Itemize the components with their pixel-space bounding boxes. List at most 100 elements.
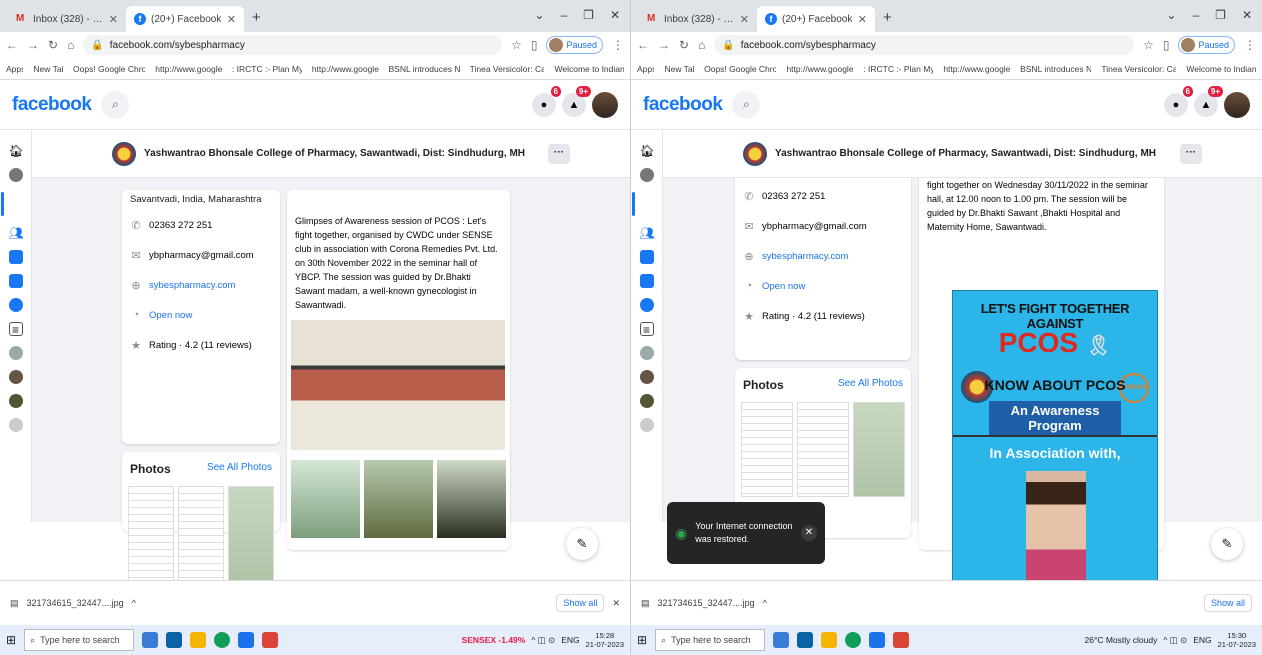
download-item[interactable]: 321734615_32447....jpg (27, 598, 124, 608)
close-window-icon[interactable]: ✕ (1242, 8, 1252, 22)
app-icon[interactable] (797, 632, 814, 648)
clock[interactable]: 15:30 21-07-2023 (1218, 631, 1256, 649)
avatar[interactable] (8, 168, 23, 182)
app-icon[interactable] (142, 632, 159, 648)
messenger-icon[interactable]: ● 6 (1164, 85, 1193, 117)
bookmark-6[interactable]: BSNL introduces N... (389, 64, 460, 74)
close-icon[interactable]: ✕ (801, 525, 817, 541)
windows-icon[interactable]: ⊞ (6, 633, 16, 647)
back-icon[interactable]: ← (637, 38, 649, 52)
close-window-icon[interactable]: ✕ (610, 8, 620, 22)
home-icon[interactable]: ⌂ (698, 38, 705, 52)
show-all-button[interactable]: Show all (1203, 594, 1252, 612)
app-icon[interactable] (166, 632, 183, 648)
app-icon[interactable] (893, 632, 910, 648)
minimize-icon[interactable]: – (1192, 8, 1199, 22)
profile-button[interactable]: Paused (546, 36, 603, 54)
bookmark-4[interactable]: : IRCTC :- Plan My... (232, 64, 302, 74)
app-icon[interactable] (869, 632, 886, 648)
bookmark-1[interactable]: New Tab (33, 64, 63, 74)
group-photo[interactable] (291, 320, 505, 450)
open-now-link[interactable]: Open now (149, 310, 192, 321)
more-icon[interactable] (639, 418, 654, 432)
tray-icons[interactable]: ^ ◫ ⊙ (1163, 635, 1187, 646)
photo-thumb[interactable] (178, 486, 224, 581)
avatar[interactable] (8, 346, 23, 360)
open-now-link[interactable]: Open now (762, 281, 805, 292)
friends-icon[interactable]: 👥︎ (640, 226, 655, 240)
restore-icon[interactable]: ❐ (1215, 8, 1226, 22)
photo-thumb[interactable] (853, 402, 905, 497)
app-icon[interactable] (262, 632, 279, 648)
bookmark-0[interactable]: Apps (6, 64, 23, 74)
windows-icon[interactable]: ⊞ (637, 633, 647, 647)
show-all-button[interactable]: Show all (556, 594, 605, 612)
bookmark-5[interactable]: http://www.google... (312, 64, 379, 74)
avatar[interactable] (1224, 91, 1250, 118)
messenger-icon[interactable]: ● 6 (532, 85, 561, 117)
more-icon[interactable] (8, 418, 23, 432)
compose-icon[interactable]: ✎ (566, 528, 598, 560)
sidepanel-icon[interactable]: ▯ (1163, 38, 1170, 52)
close-icon[interactable]: ✕ (612, 598, 620, 609)
see-all-photos-link[interactable]: See All Photos (838, 378, 903, 392)
avatar[interactable] (639, 346, 654, 360)
tab-gmail[interactable]: MInbox (328) - academicybpharma✕ (8, 6, 126, 32)
facebook-logo[interactable]: facebook (643, 94, 723, 116)
menu-icon[interactable]: ⋮ (612, 38, 624, 52)
url-field[interactable]: 🔒 facebook.com/sybespharmacy (714, 35, 1135, 55)
chevron-down-icon[interactable]: ⌄ (1166, 8, 1176, 22)
photo-thumb[interactable] (228, 486, 274, 581)
avatar[interactable] (592, 91, 618, 118)
close-icon[interactable]: ✕ (227, 13, 236, 26)
bookmark-1[interactable]: New Tab (664, 64, 694, 74)
bookmark-5[interactable]: http://www.google... (943, 64, 1010, 74)
menu-icon[interactable]: ⋮ (1244, 38, 1256, 52)
speaker-photo[interactable] (291, 460, 360, 538)
chrome-icon[interactable] (214, 632, 231, 648)
bookmark-7[interactable]: Tinea Versicolor: Ca... (1101, 64, 1176, 74)
bookmark-2[interactable]: Oops! Google Chro... (73, 64, 145, 74)
menu-icon[interactable]: ≡ (8, 322, 23, 337)
download-item[interactable]: 321734615_32447....jpg (658, 598, 755, 608)
bookmark-2[interactable]: Oops! Google Chro... (704, 64, 776, 74)
app-icon[interactable] (238, 632, 255, 648)
star-icon[interactable]: ☆ (1143, 38, 1154, 52)
forward-icon[interactable]: → (27, 38, 39, 52)
home-icon[interactable]: 🏠︎ (640, 144, 655, 158)
star-icon[interactable]: ☆ (511, 38, 522, 52)
menu-icon[interactable]: ≡ (639, 322, 654, 337)
avatar[interactable] (639, 168, 654, 182)
clock[interactable]: 15:28 21-07-2023 (586, 631, 624, 649)
new-tab-button[interactable]: + (883, 9, 892, 26)
close-icon[interactable]: ✕ (858, 13, 867, 26)
close-icon[interactable]: ✕ (740, 13, 749, 26)
groups-icon[interactable] (639, 298, 654, 312)
page-title[interactable]: Yashwantrao Bhonsale College of Pharmacy… (144, 148, 525, 159)
more-button[interactable]: ··· (1180, 143, 1202, 164)
facebook-logo[interactable]: facebook (12, 94, 92, 116)
photo-thumb[interactable] (741, 402, 793, 497)
profile-button[interactable]: Paused (1178, 36, 1235, 54)
taskbar-search[interactable]: ⌕ Type here to search (655, 629, 766, 651)
chevron-up-icon[interactable]: ^ (763, 598, 767, 608)
bookmark-6[interactable]: BSNL introduces N... (1020, 64, 1091, 74)
weather-widget[interactable]: 26°C Mostly cloudy (1084, 635, 1157, 645)
taskbar-search[interactable]: ⌕ Type here to search (24, 629, 135, 651)
close-icon[interactable]: ✕ (109, 13, 118, 26)
reload-icon[interactable]: ↻ (48, 38, 58, 52)
marketplace-icon[interactable] (639, 274, 654, 288)
folder-icon[interactable] (190, 632, 207, 648)
tray-icons[interactable]: ^ ◫ ⊙ (531, 635, 555, 646)
bookmark-8[interactable]: Welcome to Indian... (554, 64, 624, 74)
photo-thumb[interactable] (797, 402, 849, 497)
bookmark-7[interactable]: Tinea Versicolor: Ca... (470, 64, 545, 74)
folder-icon[interactable] (821, 632, 838, 648)
marketplace-icon[interactable] (8, 274, 23, 288)
tab-facebook[interactable]: f (20+) Facebook ✕ (126, 6, 244, 32)
more-button[interactable]: ··· (548, 143, 570, 164)
friends-icon[interactable]: 👥︎ (9, 226, 24, 240)
tab-facebook[interactable]: f (20+) Facebook ✕ (757, 6, 875, 32)
watch-icon[interactable] (8, 250, 23, 264)
watch-icon[interactable] (639, 250, 654, 264)
